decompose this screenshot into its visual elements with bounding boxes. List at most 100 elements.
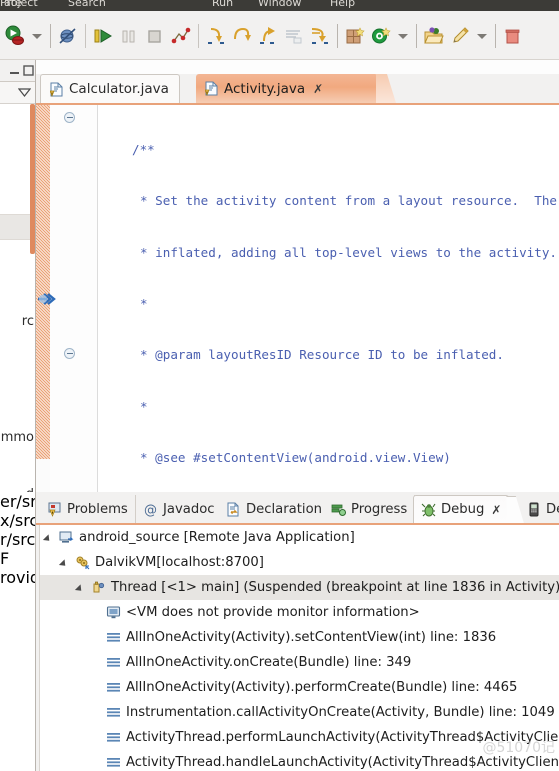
close-icon[interactable]: ✗ bbox=[313, 82, 323, 96]
ruler-tail bbox=[36, 459, 50, 494]
tree-row-label: Thread [<1> main] (Suspended (breakpoint… bbox=[111, 580, 559, 595]
tree-row-label: AllInOneActivity(Activity).setContentVie… bbox=[126, 630, 497, 645]
debug-stack-tree[interactable]: android_source [Remote Java Application]… bbox=[36, 523, 559, 771]
open-resource-button[interactable] bbox=[421, 23, 447, 49]
tree-row-label: DalvikVM[localhost:8700] bbox=[95, 555, 264, 570]
tree-row-stack-frame[interactable]: Instrumentation.callActivityOnCreate(Act… bbox=[36, 700, 559, 725]
menu-bar: ate Search Project Run Window Help bbox=[0, 0, 559, 11]
tab-label: Declaration bbox=[246, 501, 323, 517]
chevron-down-icon bbox=[32, 33, 42, 39]
code-line: * @param layoutResID Resource ID to be i… bbox=[140, 347, 504, 363]
background-scrollbar[interactable] bbox=[30, 104, 35, 254]
suspend-button[interactable] bbox=[116, 23, 142, 49]
stack-frame-icon bbox=[106, 680, 121, 695]
tree-row-stack-frame[interactable]: ActivityThread.performLaunchActivity(Act… bbox=[36, 725, 559, 750]
background-text-fragment: r/src bbox=[0, 530, 36, 549]
tab-javadoc[interactable]: @ Javadoc bbox=[136, 495, 223, 523]
bottom-view-stack: Problems @ Javadoc Declaration Progress … bbox=[36, 492, 559, 771]
progress-icon bbox=[331, 502, 346, 517]
new-wizard-button[interactable] bbox=[368, 23, 394, 49]
use-step-filters-button[interactable] bbox=[307, 23, 333, 49]
editor-tab-activity[interactable]: Activity.java ✗ bbox=[196, 74, 378, 103]
code-text[interactable]: /** * Set the activity content from a la… bbox=[98, 105, 559, 494]
drop-to-frame-button[interactable] bbox=[281, 23, 307, 49]
tree-row-launch-config[interactable]: android_source [Remote Java Application] bbox=[36, 525, 559, 550]
tab-progress[interactable]: Progress bbox=[324, 495, 416, 523]
menu-item-project[interactable]: Project bbox=[0, 0, 38, 9]
new-android-project-button[interactable] bbox=[342, 23, 368, 49]
terminate-button[interactable] bbox=[142, 23, 168, 49]
editor-tab-label: Calculator.java bbox=[69, 81, 169, 97]
stack-frame-icon bbox=[106, 755, 121, 770]
step-return-button[interactable] bbox=[255, 23, 281, 49]
background-view-menu[interactable] bbox=[0, 82, 35, 104]
debug-bug-icon bbox=[421, 502, 436, 517]
editor-tab-calculator[interactable]: Calculator.java bbox=[40, 74, 180, 103]
java-file-icon bbox=[204, 81, 218, 96]
tree-row-stack-frame[interactable]: ActivityThread.handleLaunchActivity(Acti… bbox=[36, 750, 559, 771]
menu-item-search[interactable]: Search bbox=[68, 0, 106, 9]
code-line: * inflated, adding all top-level views t… bbox=[140, 244, 558, 260]
chevron-down-icon[interactable] bbox=[76, 583, 86, 593]
tab-declaration[interactable]: Declaration bbox=[219, 495, 331, 523]
minimize-icon[interactable] bbox=[9, 65, 20, 76]
tab-devices[interactable]: Dev bbox=[519, 495, 559, 523]
step-into-button[interactable] bbox=[203, 23, 229, 49]
instruction-pointer-icon bbox=[36, 291, 58, 307]
background-text-fragment: er/src bbox=[0, 492, 36, 511]
problems-icon bbox=[47, 502, 62, 517]
new-wizard-dropdown[interactable] bbox=[394, 23, 412, 49]
toolbar-separator bbox=[412, 23, 421, 49]
stack-frame-icon bbox=[106, 730, 121, 745]
code-editor[interactable]: /** * Set the activity content from a la… bbox=[36, 103, 559, 494]
tree-row-label: <VM does not provide monitor information… bbox=[126, 605, 420, 620]
toolbar-separator bbox=[81, 23, 90, 49]
menu-item-window[interactable]: Window bbox=[258, 0, 301, 9]
background-text-fragment: rc bbox=[21, 314, 34, 329]
tree-row-thread[interactable]: Thread [<1> main] (Suspended (breakpoint… bbox=[36, 575, 559, 600]
tab-debug[interactable]: Debug ✗ bbox=[413, 495, 510, 523]
chevron-down-icon bbox=[398, 33, 408, 39]
tree-row-vm[interactable]: DalvikVM[localhost:8700] bbox=[36, 550, 559, 575]
tree-row-monitor-info[interactable]: <VM does not provide monitor information… bbox=[36, 600, 559, 625]
chevron-down-icon[interactable] bbox=[60, 558, 70, 568]
chevron-down-icon[interactable] bbox=[44, 533, 54, 543]
delete-button[interactable] bbox=[500, 23, 526, 49]
resume-button[interactable] bbox=[90, 23, 116, 49]
fold-collapse-icon[interactable] bbox=[64, 112, 75, 123]
chevron-down-icon bbox=[477, 33, 487, 39]
tree-row-stack-frame[interactable]: AllInOneActivity(Activity).performCreate… bbox=[36, 675, 559, 700]
tab-label: Problems bbox=[67, 501, 128, 517]
background-text-fragment: x/src bbox=[0, 511, 36, 530]
svg-text:@: @ bbox=[144, 503, 157, 517]
background-window-sliver-bottom: er/src x/src r/src F rovid bbox=[0, 492, 36, 771]
tree-row-stack-frame[interactable]: AllInOneActivity.onCreate(Bundle) line: … bbox=[36, 650, 559, 675]
tree-row-label: ActivityThread.handleLaunchActivity(Acti… bbox=[126, 755, 559, 770]
tree-row-label: AllInOneActivity.onCreate(Bundle) line: … bbox=[126, 655, 412, 670]
quick-fix-button[interactable] bbox=[447, 23, 473, 49]
editor-tab-bar: Calculator.java Activity.java ✗ bbox=[36, 74, 559, 103]
menu-item-help[interactable]: Help bbox=[330, 0, 355, 9]
maximize-icon[interactable] bbox=[23, 65, 34, 76]
tab-label: Javadoc bbox=[163, 501, 215, 517]
background-text-fragment: mmo bbox=[0, 430, 34, 445]
toolbar-separator bbox=[491, 23, 500, 49]
debug-run-button[interactable] bbox=[2, 23, 28, 49]
fold-collapse-icon[interactable] bbox=[64, 348, 75, 359]
quick-fix-dropdown[interactable] bbox=[473, 23, 491, 49]
background-text-fragment: rovid bbox=[0, 568, 35, 587]
disconnect-button[interactable] bbox=[168, 23, 194, 49]
background-window-controls bbox=[0, 60, 35, 82]
skip-breakpoints-button[interactable] bbox=[55, 23, 81, 49]
tree-row-label: android_source [Remote Java Application] bbox=[79, 530, 355, 545]
step-over-button[interactable] bbox=[229, 23, 255, 49]
toolbar-separator bbox=[46, 23, 55, 49]
close-icon[interactable]: ✗ bbox=[491, 503, 501, 517]
tab-label: Progress bbox=[351, 501, 408, 517]
tree-row-stack-frame[interactable]: AllInOneActivity(Activity).setContentVie… bbox=[36, 625, 559, 650]
tab-problems[interactable]: Problems bbox=[40, 495, 136, 523]
debug-dropdown[interactable] bbox=[28, 23, 46, 49]
menu-item-run[interactable]: Run bbox=[212, 0, 233, 9]
eclipse-window: ate Search Project Run Window Help rc mm… bbox=[0, 0, 559, 771]
toolbar-separator bbox=[333, 23, 342, 49]
